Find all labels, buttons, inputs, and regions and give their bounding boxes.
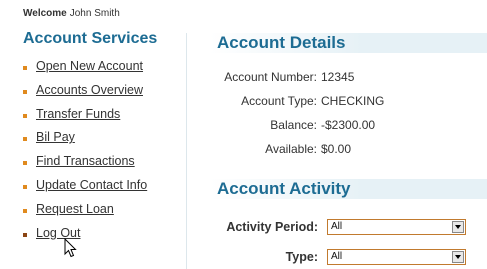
user-name: John Smith	[69, 8, 120, 19]
activity-period-select[interactable]: All	[327, 219, 466, 235]
available-label: Available:	[265, 142, 317, 156]
find-transactions-link[interactable]: Find Transactions	[36, 154, 135, 168]
activity-period-label: Activity Period:	[226, 220, 318, 234]
account-type-row: Account Type: CHECKING	[207, 94, 384, 108]
accounts-overview-link[interactable]: Accounts Overview	[36, 83, 143, 97]
type-value: All	[331, 251, 343, 262]
bullet-icon	[23, 89, 27, 94]
welcome-label: Welcome	[23, 8, 67, 19]
transfer-funds-link[interactable]: Transfer Funds	[36, 107, 120, 121]
sidebar-title: Account Services	[23, 30, 158, 47]
mouse-pointer-icon	[64, 238, 77, 258]
account-details-title: Account Details	[217, 33, 346, 52]
column-divider	[186, 33, 187, 269]
type-select[interactable]: All	[327, 249, 466, 265]
balance-value: -$2300.00	[321, 118, 376, 132]
bullet-icon	[23, 66, 27, 70]
available-value: $0.00	[321, 142, 352, 156]
bullet-icon	[23, 232, 27, 237]
account-type-label: Account Type:	[241, 94, 317, 108]
update-contact-info-link[interactable]: Update Contact Info	[36, 178, 147, 192]
sidebar: Account Services Open New Account Accoun…	[23, 30, 183, 240]
request-loan-link[interactable]: Request Loan	[36, 202, 114, 216]
available-row: Available: $0.00	[207, 142, 351, 156]
bullet-icon	[23, 184, 27, 189]
account-number-label: Account Number:	[224, 70, 317, 84]
type-label: Type:	[285, 250, 318, 264]
account-type-value: CHECKING	[321, 94, 385, 108]
bullet-icon	[23, 161, 27, 166]
welcome-text: Welcome John Smith	[23, 8, 120, 19]
account-activity-title: Account Activity	[217, 179, 351, 198]
balance-label: Balance:	[270, 118, 317, 132]
bullet-icon	[23, 137, 27, 142]
open-new-account-link[interactable]: Open New Account	[36, 59, 143, 73]
bullet-icon	[23, 208, 27, 213]
account-number-value: 12345	[321, 70, 355, 84]
balance-row: Balance: -$2300.00	[207, 118, 375, 132]
bill-pay-link[interactable]: Bil Pay	[36, 130, 75, 144]
bullet-icon	[23, 113, 27, 118]
dropdown-arrow-icon[interactable]	[452, 251, 464, 263]
account-number-row: Account Number: 12345	[207, 70, 354, 84]
activity-period-value: All	[331, 221, 343, 232]
dropdown-arrow-icon[interactable]	[452, 221, 464, 233]
